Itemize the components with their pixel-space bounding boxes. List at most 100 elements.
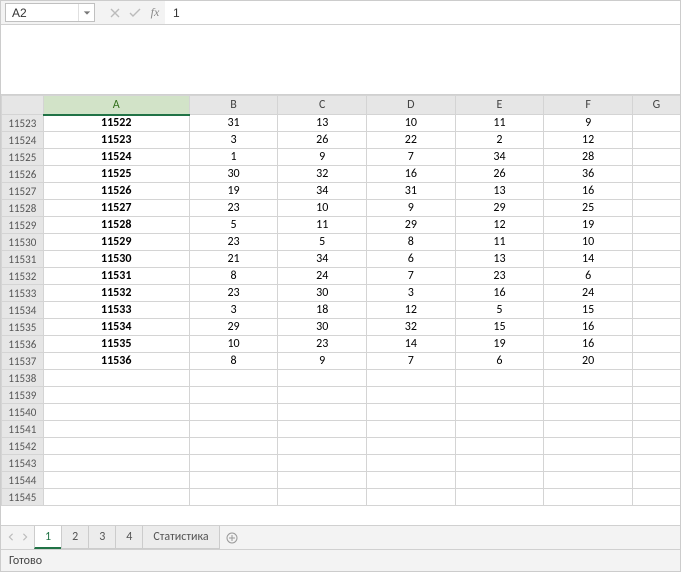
cell-empty[interactable]	[632, 387, 680, 404]
cell[interactable]: 23	[455, 268, 544, 285]
cancel-formula-button[interactable]	[105, 1, 125, 24]
cell[interactable]: 26	[278, 132, 367, 149]
cell-empty[interactable]	[189, 489, 278, 506]
cell[interactable]: 11536	[43, 353, 189, 370]
cell-empty[interactable]	[455, 438, 544, 455]
cell[interactable]: 12	[455, 217, 544, 234]
cell-empty[interactable]	[278, 489, 367, 506]
row-header[interactable]: 11543	[2, 455, 44, 472]
cell-empty[interactable]	[367, 404, 456, 421]
cell[interactable]: 11522	[43, 115, 189, 132]
row-header[interactable]: 11529	[2, 217, 44, 234]
cell[interactable]: 30	[278, 285, 367, 302]
cell[interactable]: 14	[544, 251, 633, 268]
cell-empty[interactable]	[278, 472, 367, 489]
cell[interactable]: 8	[189, 268, 278, 285]
cell[interactable]: 12	[544, 132, 633, 149]
row-header[interactable]: 11524	[2, 132, 44, 149]
cell-empty[interactable]	[278, 455, 367, 472]
cell[interactable]: 16	[367, 166, 456, 183]
cell-empty[interactable]	[632, 302, 680, 319]
column-header-A[interactable]: A	[43, 96, 189, 115]
cell-empty[interactable]	[632, 132, 680, 149]
cell-empty[interactable]	[632, 472, 680, 489]
cell-empty[interactable]	[632, 285, 680, 302]
cell-empty[interactable]	[189, 370, 278, 387]
cell[interactable]: 11	[278, 217, 367, 234]
cell-empty[interactable]	[189, 404, 278, 421]
cell-empty[interactable]	[632, 251, 680, 268]
cell-empty[interactable]	[632, 268, 680, 285]
cell[interactable]: 11525	[43, 166, 189, 183]
cell[interactable]: 34	[278, 183, 367, 200]
row-header[interactable]: 11535	[2, 319, 44, 336]
cell-empty[interactable]	[632, 438, 680, 455]
cell[interactable]: 11534	[43, 319, 189, 336]
cell[interactable]: 3	[367, 285, 456, 302]
cell-empty[interactable]	[632, 404, 680, 421]
cell-empty[interactable]	[544, 438, 633, 455]
select-all-corner[interactable]	[2, 96, 44, 115]
cell-empty[interactable]	[367, 370, 456, 387]
cell[interactable]: 29	[189, 319, 278, 336]
cell-empty[interactable]	[632, 336, 680, 353]
cell-empty[interactable]	[278, 404, 367, 421]
cell-empty[interactable]	[189, 472, 278, 489]
cell[interactable]: 25	[544, 200, 633, 217]
cell-empty[interactable]	[455, 421, 544, 438]
cell-empty[interactable]	[632, 183, 680, 200]
cell[interactable]: 6	[544, 268, 633, 285]
cell[interactable]: 29	[455, 200, 544, 217]
cell-empty[interactable]	[278, 370, 367, 387]
cell-empty[interactable]	[632, 455, 680, 472]
cell[interactable]: 6	[455, 353, 544, 370]
sheet-nav-prev[interactable]	[7, 531, 15, 545]
cell[interactable]: 19	[455, 336, 544, 353]
cell[interactable]: 30	[278, 319, 367, 336]
cell-empty[interactable]	[632, 370, 680, 387]
cell[interactable]: 15	[544, 302, 633, 319]
sheet-tab[interactable]: 2	[61, 526, 89, 549]
cell-empty[interactable]	[189, 438, 278, 455]
cell[interactable]: 31	[367, 183, 456, 200]
cell-empty[interactable]	[367, 438, 456, 455]
cell[interactable]: 9	[367, 200, 456, 217]
cell-empty[interactable]	[544, 455, 633, 472]
row-header[interactable]: 11526	[2, 166, 44, 183]
cell-empty[interactable]	[43, 472, 189, 489]
cell[interactable]: 24	[544, 285, 633, 302]
cell[interactable]: 11528	[43, 217, 189, 234]
cell-empty[interactable]	[43, 387, 189, 404]
column-header-D[interactable]: D	[367, 96, 456, 115]
cell-empty[interactable]	[43, 421, 189, 438]
column-header-B[interactable]: B	[189, 96, 278, 115]
row-header[interactable]: 11540	[2, 404, 44, 421]
cell[interactable]: 34	[278, 251, 367, 268]
cell[interactable]: 32	[278, 166, 367, 183]
row-header[interactable]: 11533	[2, 285, 44, 302]
cell-empty[interactable]	[189, 421, 278, 438]
cell[interactable]: 2	[455, 132, 544, 149]
cell-empty[interactable]	[367, 455, 456, 472]
cell-empty[interactable]	[189, 387, 278, 404]
cell[interactable]: 15	[455, 319, 544, 336]
cell[interactable]: 11531	[43, 268, 189, 285]
cell-empty[interactable]	[367, 472, 456, 489]
cell[interactable]: 30	[189, 166, 278, 183]
sheet-tab[interactable]: Статистика	[142, 526, 219, 549]
sheet-nav-next[interactable]	[21, 531, 29, 545]
cell[interactable]: 14	[367, 336, 456, 353]
cell[interactable]: 11524	[43, 149, 189, 166]
cell-empty[interactable]	[632, 489, 680, 506]
sheet-tab[interactable]: 3	[88, 526, 116, 549]
cell-empty[interactable]	[43, 489, 189, 506]
row-header[interactable]: 11530	[2, 234, 44, 251]
cell[interactable]: 34	[455, 149, 544, 166]
cell-empty[interactable]	[189, 455, 278, 472]
cell-empty[interactable]	[43, 438, 189, 455]
cell[interactable]: 9	[278, 353, 367, 370]
cell[interactable]: 31	[189, 115, 278, 132]
cell-empty[interactable]	[455, 404, 544, 421]
row-header[interactable]: 11531	[2, 251, 44, 268]
row-header[interactable]: 11532	[2, 268, 44, 285]
